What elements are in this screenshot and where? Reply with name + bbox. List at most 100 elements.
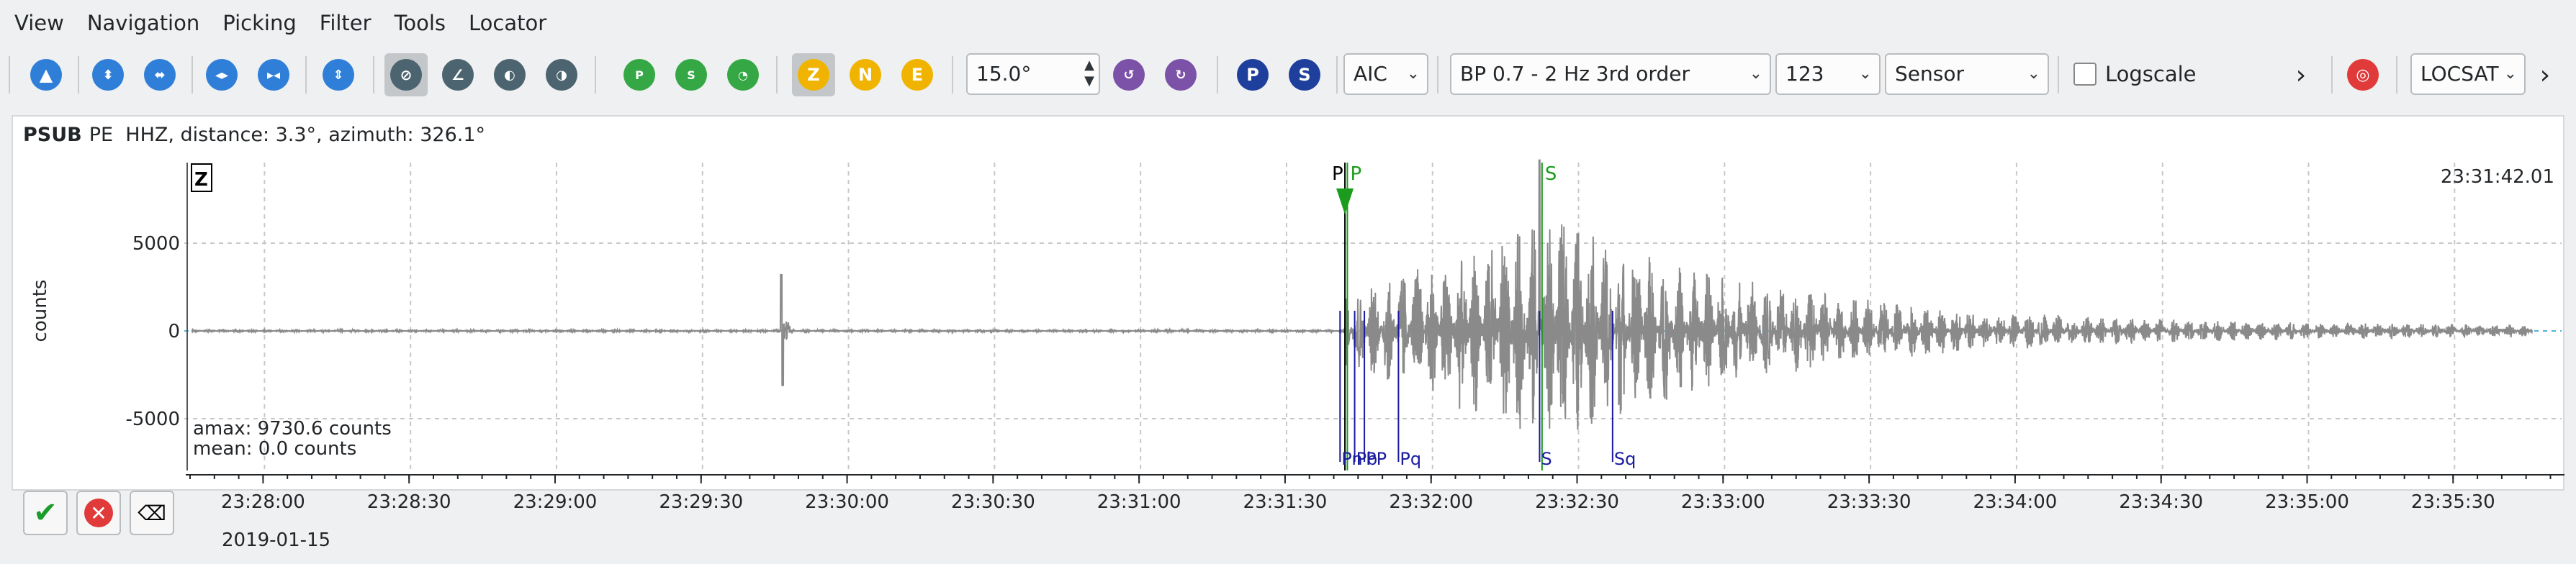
- y-tick-label: -5000: [125, 409, 180, 430]
- component-e-button[interactable]: E: [896, 53, 939, 96]
- accept-button[interactable]: ✔: [23, 491, 68, 535]
- theoretical-pick-label: Sq: [1614, 449, 1636, 469]
- trace-panel[interactable]: PSUB PE HHZ, distance: 3.3°, azimuth: 326…: [12, 115, 2564, 491]
- rotate-left-button[interactable]: ↺: [1107, 53, 1150, 96]
- arrow-up-icon: ▲: [30, 59, 62, 91]
- theoretical-pick-label: S: [1541, 449, 1552, 469]
- erase-icon: ⌫: [138, 501, 166, 525]
- theoretical-pick-label: Pq: [1400, 449, 1421, 469]
- toolbar-separator: [9, 56, 10, 94]
- menu-picking[interactable]: Picking: [211, 0, 308, 46]
- component-n-button[interactable]: N: [844, 53, 887, 96]
- chevron-down-icon: ⌄: [1749, 65, 1762, 83]
- pick-icon: S: [675, 59, 707, 91]
- pick-p-previous-button[interactable]: P: [618, 53, 661, 96]
- component-z-icon: Z: [798, 59, 829, 91]
- rotate-lqt-button[interactable]: ◑: [540, 53, 583, 96]
- pick-label: S: [1545, 163, 1557, 185]
- filter-value: BP 0.7 - 2 Hz 3rd order: [1460, 62, 1690, 86]
- toolbar: ▲ ⬍ ⬌ ◂▸ ▸◂ ⇕ ⊘ ∠ ◐ ◑ P S ◔ Z N E 15.0° …: [0, 46, 2576, 101]
- toolbar-separator: [1217, 56, 1218, 94]
- rotate-zrt-button[interactable]: ◐: [488, 53, 531, 96]
- component-e-icon: E: [901, 59, 933, 91]
- go-up-button[interactable]: ▲: [24, 53, 68, 96]
- locator-dropdown[interactable]: LOCSAT ⌄: [2410, 53, 2526, 95]
- clear-button[interactable]: ⌫: [130, 491, 174, 535]
- expand-horizontal-icon: ◂▸: [206, 59, 238, 91]
- rotate-left-icon: ↺: [1113, 59, 1145, 91]
- menu-filter[interactable]: Filter: [308, 0, 383, 46]
- rotate-right-button[interactable]: ↻: [1159, 53, 1202, 96]
- checkbox-box[interactable]: [2073, 63, 2097, 86]
- menu-navigation[interactable]: Navigation: [76, 0, 211, 46]
- rotate-right-icon: ↻: [1165, 59, 1197, 91]
- chevron-down-icon: ⌄: [2503, 65, 2517, 83]
- rotate-icon: ∠: [442, 59, 474, 91]
- chevron-right-icon: ›: [2295, 60, 2307, 90]
- aic-dropdown[interactable]: AIC ⌄: [1343, 53, 1428, 95]
- expand-vertical-button[interactable]: ⬍: [86, 53, 130, 96]
- logscale-checkbox[interactable]: Logscale: [2073, 53, 2197, 95]
- no-rotation-icon: ⊘: [390, 59, 422, 91]
- pick-label: P: [1332, 163, 1343, 185]
- rotate-zne-button[interactable]: ∠: [436, 53, 479, 96]
- expand-vertical-icon: ⬍: [92, 59, 124, 91]
- component-z-button[interactable]: Z: [792, 53, 835, 96]
- locator-value: LOCSAT: [2420, 62, 2499, 86]
- waveform-plot[interactable]: counts 50000-5000 P P SPnPbPP Pq S Sq Z 23:31…: [13, 117, 2563, 489]
- theoretical-pick-label: PP: [1366, 449, 1387, 469]
- aic-value: AIC: [1354, 62, 1387, 86]
- unit-value: Sensor: [1895, 62, 1964, 86]
- checkmark-icon: ✔: [33, 496, 58, 529]
- bottom-bar: ✔ ✕ ⌫ 2019-01-15: [0, 491, 2576, 564]
- filter-dropdown[interactable]: BP 0.7 - 2 Hz 3rd order ⌄: [1450, 53, 1771, 95]
- component-label: Z: [194, 169, 208, 191]
- waveform-line: [191, 159, 2534, 430]
- pick-s-button[interactable]: S: [670, 53, 713, 96]
- pick-auto-button[interactable]: ◔: [721, 53, 765, 96]
- compress-vertical-button[interactable]: ⬌: [138, 53, 181, 96]
- toolbar-separator: [1437, 56, 1438, 94]
- spin-arrows-icon[interactable]: ▲ ▼: [1084, 58, 1094, 89]
- compress-horizontal-button[interactable]: ▸◂: [252, 53, 295, 96]
- toolbar-more-button[interactable]: ›: [2279, 53, 2323, 96]
- toolbar-separator: [305, 56, 307, 94]
- compress-horizontal-icon: ▸◂: [258, 59, 289, 91]
- logscale-label: Logscale: [2105, 62, 2197, 86]
- hide-rotation-button[interactable]: ⊘: [384, 53, 428, 96]
- toolbar-overflow-button[interactable]: ›: [2527, 53, 2563, 96]
- menu-view[interactable]: View: [0, 0, 76, 46]
- scale-button[interactable]: ⇕: [317, 53, 360, 96]
- toolbar-separator: [2331, 56, 2333, 94]
- chevron-right-icon: ›: [2539, 60, 2551, 90]
- pick-label: P: [1350, 163, 1361, 185]
- pick-p-button[interactable]: P: [1231, 53, 1274, 96]
- s-phase-icon: S: [1289, 59, 1320, 91]
- toolbar-separator: [373, 56, 374, 94]
- y-tick-label: 5000: [132, 233, 180, 255]
- toolbar-separator: [192, 56, 193, 94]
- waveform-trace: [191, 159, 2534, 430]
- locate-button[interactable]: ◎: [2341, 53, 2384, 96]
- rotate-zrt-icon: ◐: [494, 59, 526, 91]
- angle-value: 15.0°: [976, 62, 1032, 86]
- amax-label: amax: 9730.6 counts: [193, 418, 392, 440]
- scale-icon: ⇕: [323, 59, 354, 91]
- pick-arrow: [1336, 188, 1354, 214]
- channel-dropdown[interactable]: 123 ⌄: [1775, 53, 1881, 95]
- menu-locator[interactable]: Locator: [457, 0, 558, 46]
- chevron-down-icon: ⌄: [1406, 65, 1420, 83]
- expand-horizontal-button[interactable]: ◂▸: [200, 53, 243, 96]
- toolbar-separator: [2058, 56, 2059, 94]
- date-label: 2019-01-15: [222, 529, 331, 551]
- unit-dropdown[interactable]: Sensor ⌄: [1885, 53, 2049, 95]
- close-circle-icon: ✕: [84, 499, 113, 527]
- component-n-icon: N: [850, 59, 881, 91]
- rotate-lqt-icon: ◑: [546, 59, 577, 91]
- toolbar-separator: [776, 56, 778, 94]
- pick-s-phase-button[interactable]: S: [1283, 53, 1326, 96]
- menu-bar: View Navigation Picking Filter Tools Loc…: [0, 0, 2576, 46]
- menu-tools[interactable]: Tools: [383, 0, 457, 46]
- reject-button[interactable]: ✕: [76, 491, 121, 535]
- angle-spinbox[interactable]: 15.0° ▲ ▼: [966, 53, 1100, 95]
